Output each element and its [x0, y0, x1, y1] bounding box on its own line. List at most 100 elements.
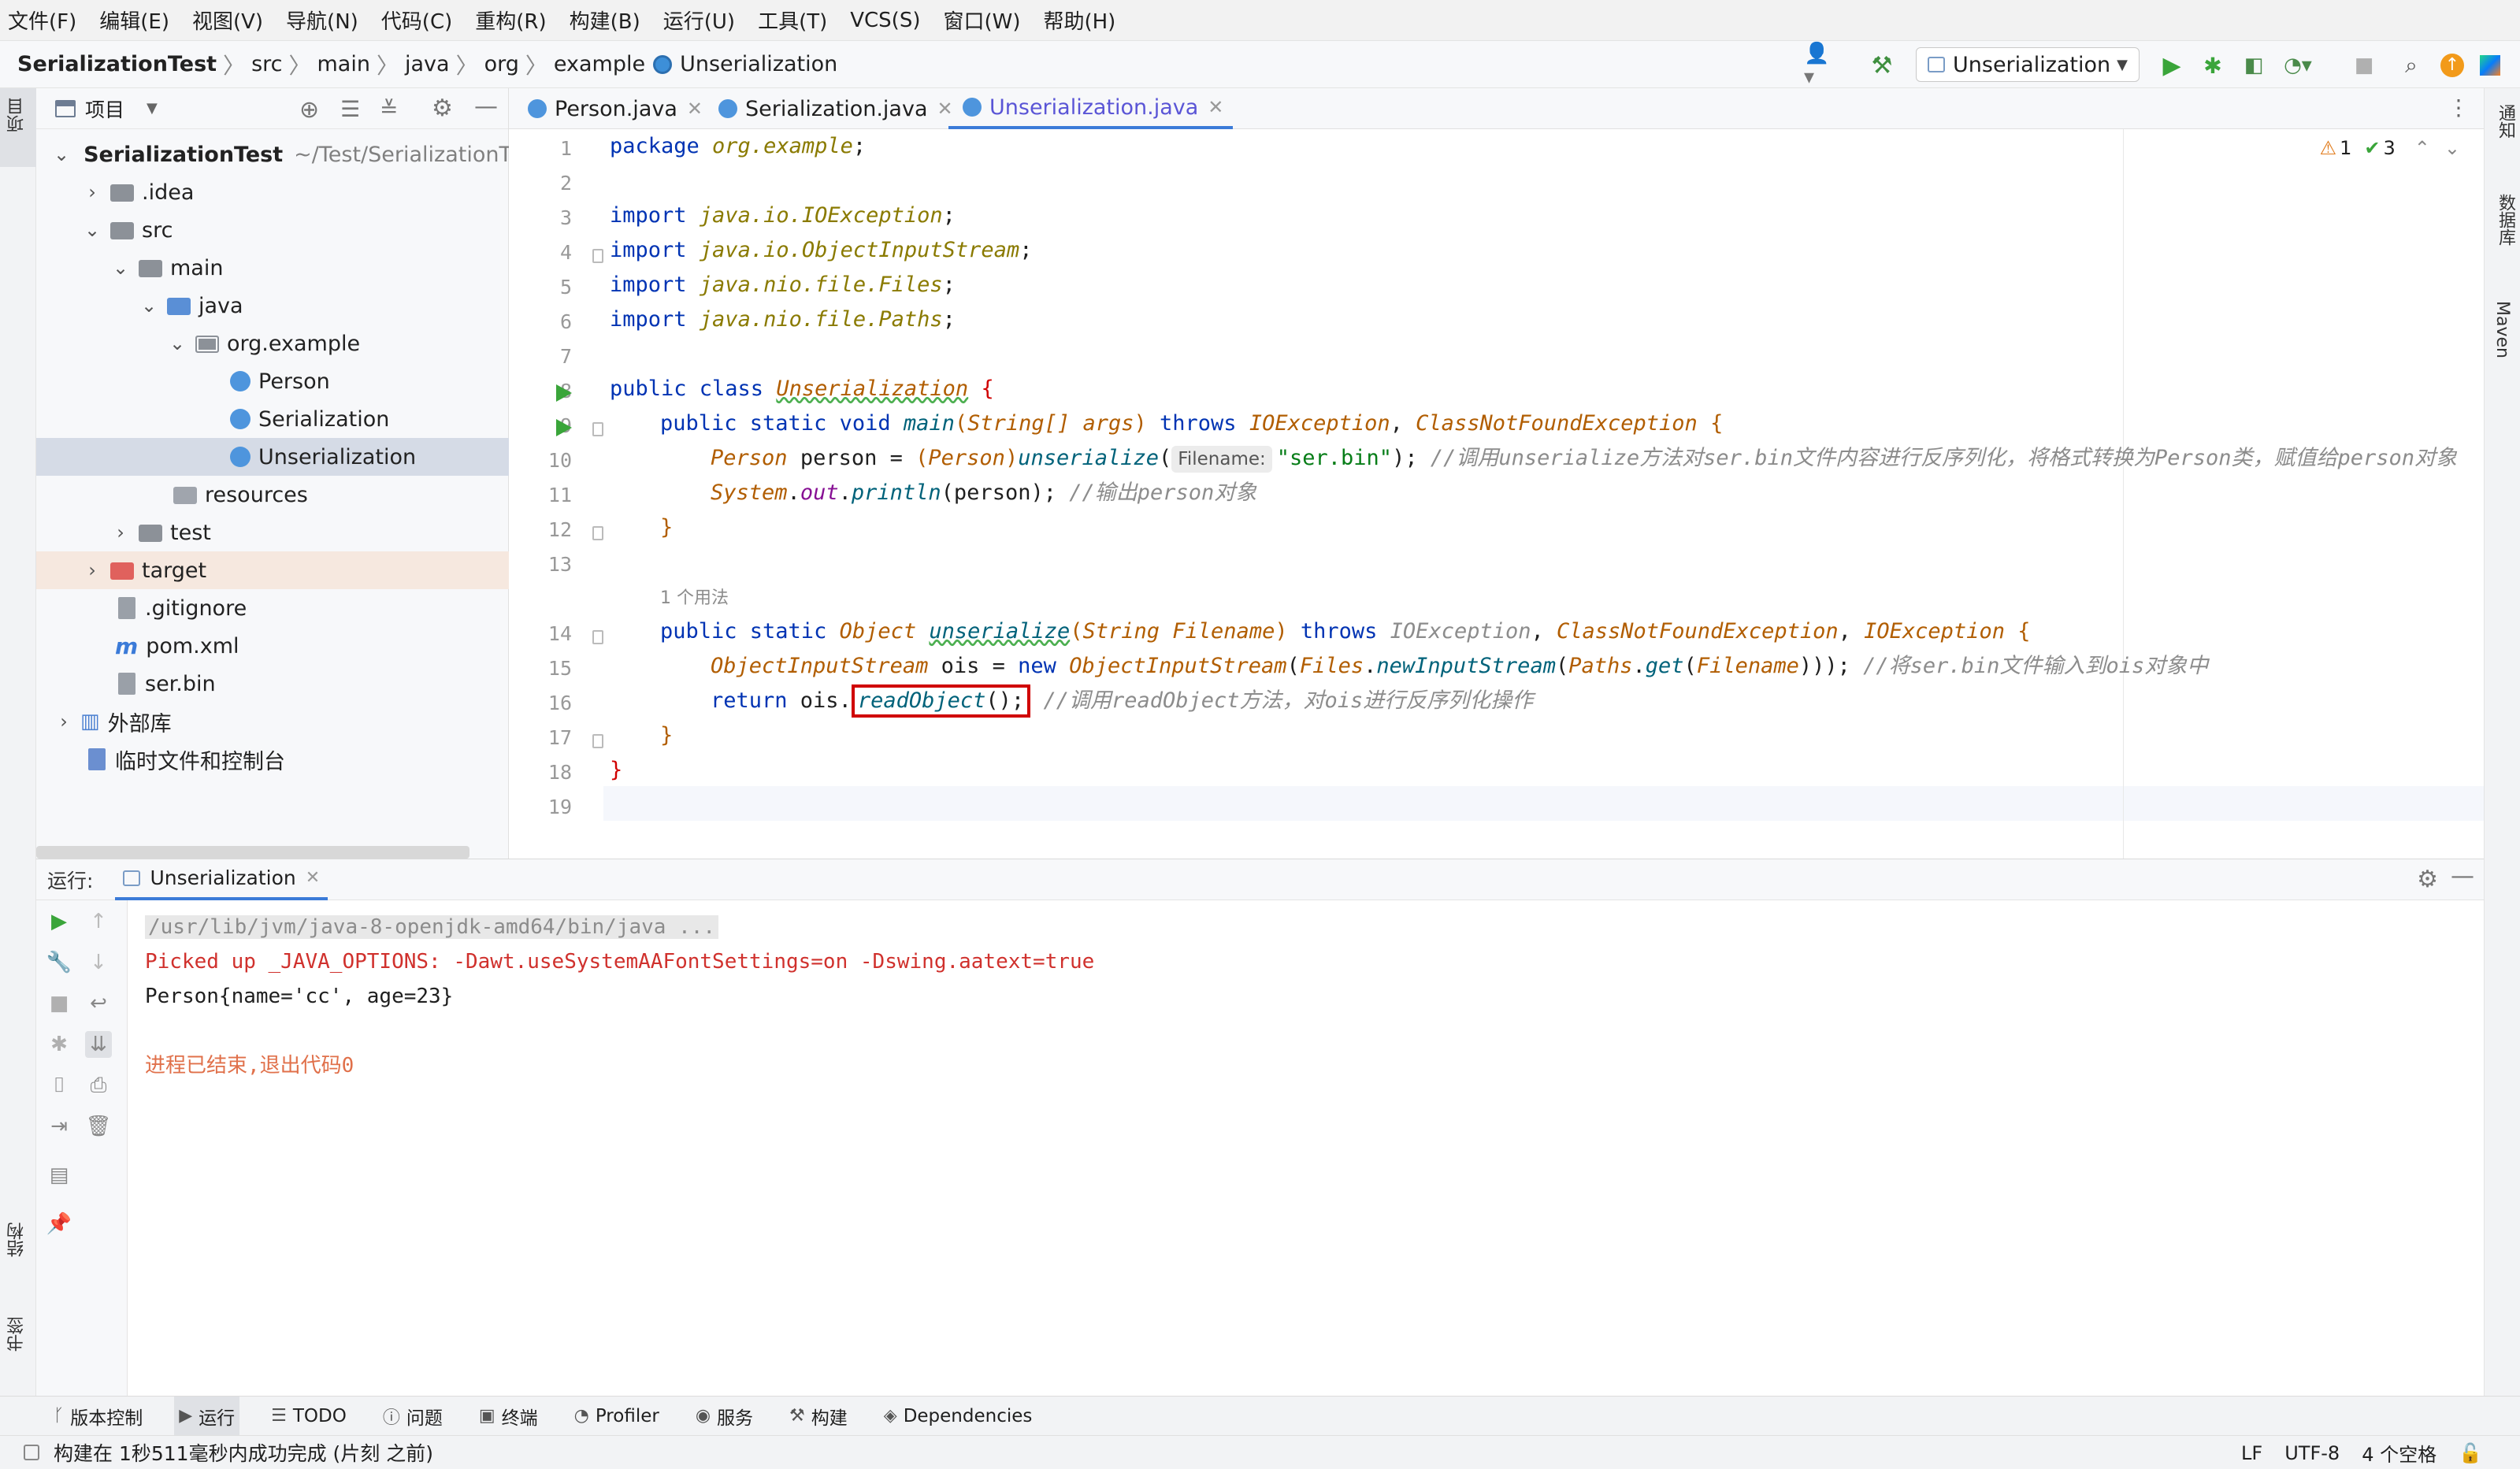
- menu-file[interactable]: 文件(F): [8, 6, 76, 35]
- tab-unserialization[interactable]: Unserialization.java ✕: [948, 88, 1234, 129]
- tree-item-scratches[interactable]: 临时文件和控制台: [36, 740, 509, 778]
- tool-version-control[interactable]: ᚴ 版本控制: [49, 1397, 147, 1436]
- build-hammer-icon[interactable]: ⚒: [1869, 52, 1895, 80]
- pin-icon[interactable]: 📌: [46, 1211, 72, 1237]
- maven-tool-label[interactable]: Maven: [2492, 301, 2512, 358]
- tree-item-idea[interactable]: › .idea: [36, 173, 509, 211]
- tree-item-java[interactable]: ⌄ java: [36, 287, 509, 325]
- close-icon[interactable]: ✕: [306, 868, 320, 888]
- tree-item-test[interactable]: › test: [36, 514, 509, 551]
- user-icon[interactable]: 👤▾: [1804, 42, 1831, 89]
- trash-icon[interactable]: 🗑: [85, 1113, 112, 1140]
- structure-tool-label[interactable]: 结构: [5, 1222, 30, 1257]
- tool-terminal[interactable]: ▣ 终端: [474, 1397, 543, 1436]
- expand-all-icon[interactable]: ☰: [340, 96, 360, 122]
- print-icon[interactable]: ⎙: [85, 1072, 112, 1099]
- indent-widget[interactable]: 4 个空格: [2362, 1439, 2436, 1467]
- menu-run[interactable]: 运行(U): [663, 6, 735, 35]
- tool-build[interactable]: ⚒ 构建: [785, 1397, 852, 1436]
- breadcrumb-src[interactable]: src: [251, 52, 282, 76]
- debug-icon[interactable]: ✱: [2199, 52, 2226, 79]
- tab-serialization[interactable]: Serialization.java ✕: [704, 88, 953, 129]
- arrow-down-icon[interactable]: ↓: [85, 949, 112, 976]
- breadcrumb-java[interactable]: java: [405, 52, 450, 76]
- tree-item-gitignore[interactable]: .gitignore: [36, 589, 509, 627]
- minimize-icon[interactable]: —: [2451, 862, 2474, 890]
- code-text-area[interactable]: package org.example; import java.io.IOEx…: [610, 129, 2485, 859]
- notifications-tool-label[interactable]: 通知: [2492, 104, 2518, 139]
- menu-vcs[interactable]: VCS(S): [850, 9, 920, 32]
- menu-window[interactable]: 窗口(W): [943, 6, 1020, 35]
- tree-item-src[interactable]: ⌄ src: [36, 211, 509, 249]
- stop-icon[interactable]: ■: [46, 990, 72, 1017]
- wrench-icon[interactable]: 🔧: [46, 949, 72, 976]
- menu-build[interactable]: 构建(B): [570, 6, 640, 35]
- run-icon[interactable]: ▶: [2158, 52, 2185, 80]
- usages-hint[interactable]: 1 个用法: [660, 580, 729, 614]
- tool-problems[interactable]: ⓘ 问题: [378, 1397, 447, 1436]
- project-panel-title[interactable]: 项目: [85, 95, 124, 123]
- update-icon[interactable]: ↑: [2439, 52, 2466, 79]
- close-icon[interactable]: ✕: [1208, 96, 1223, 118]
- run-gutter-icon[interactable]: [556, 419, 572, 436]
- tree-item-package[interactable]: ⌄ org.example: [36, 325, 509, 362]
- tree-item-resources[interactable]: resources: [36, 476, 509, 514]
- panel-toggle-icon[interactable]: [24, 1445, 39, 1460]
- tree-item-ser-bin[interactable]: ser.bin: [36, 665, 509, 703]
- camera-icon[interactable]: ⌷: [46, 1072, 72, 1099]
- lock-icon[interactable]: 🔓: [2459, 1442, 2482, 1464]
- gear-icon[interactable]: ⚙: [2417, 866, 2438, 893]
- breadcrumb-example[interactable]: example: [554, 52, 645, 76]
- minimize-icon[interactable]: —: [474, 93, 498, 121]
- coverage-icon[interactable]: ◧: [2240, 52, 2267, 79]
- menu-code[interactable]: 代码(C): [381, 6, 452, 35]
- soft-wrap-icon[interactable]: ↩: [85, 990, 112, 1017]
- line-separator-widget[interactable]: LF: [2241, 1442, 2262, 1464]
- status-message[interactable]: 构建在 1秒511毫秒内成功完成 (片刻 之前): [54, 1438, 433, 1467]
- tool-run[interactable]: ▶ 运行: [174, 1396, 240, 1436]
- run-tab-unserialization[interactable]: Unserialization ✕: [115, 859, 328, 900]
- console-output[interactable]: /usr/lib/jvm/java-8-openjdk-amd64/bin/ja…: [145, 910, 1094, 1083]
- run-configuration-select[interactable]: Unserialization ▼: [1916, 47, 2140, 82]
- menu-navigate[interactable]: 导航(N): [286, 6, 358, 35]
- run-gutter-icon[interactable]: [556, 384, 572, 402]
- locate-icon[interactable]: ⊕: [299, 96, 319, 124]
- tree-item-unserialization[interactable]: Unserialization: [36, 438, 509, 476]
- breadcrumb-project[interactable]: SerializationTest: [17, 52, 217, 76]
- menu-edit[interactable]: 编辑(E): [99, 6, 169, 35]
- bookmarks-tool-label[interactable]: 书签: [5, 1317, 30, 1352]
- fold-icon[interactable]: [592, 422, 603, 436]
- tree-item-external-libraries[interactable]: › ▥ 外部库: [36, 703, 509, 740]
- tree-item-target[interactable]: › target: [36, 551, 509, 589]
- chevron-down-icon[interactable]: ▼: [147, 100, 158, 117]
- arrow-up-icon[interactable]: ↑: [85, 908, 112, 935]
- more-options-icon[interactable]: ⋮: [2448, 95, 2470, 121]
- fold-icon[interactable]: [592, 734, 603, 748]
- profile-icon[interactable]: ◔▾: [2284, 52, 2312, 79]
- breadcrumb-class[interactable]: Unserialization: [680, 52, 837, 76]
- tool-services[interactable]: ◉ 服务: [691, 1397, 758, 1436]
- project-tool-button[interactable]: 项目: [0, 88, 36, 167]
- tool-profiler[interactable]: ◔ Profiler: [570, 1397, 664, 1436]
- jetbrains-logo-icon[interactable]: [2477, 52, 2503, 79]
- menu-refactor[interactable]: 重构(R): [475, 6, 546, 35]
- menu-help[interactable]: 帮助(H): [1043, 6, 1115, 35]
- breadcrumb-main[interactable]: main: [317, 52, 370, 76]
- fold-icon[interactable]: [592, 630, 603, 644]
- menu-view[interactable]: 视图(V): [192, 6, 263, 35]
- tab-person[interactable]: Person.java ✕: [514, 88, 703, 129]
- encoding-widget[interactable]: UTF-8: [2284, 1442, 2340, 1464]
- gear-icon[interactable]: ⚙: [432, 95, 453, 122]
- menu-tools[interactable]: 工具(T): [758, 6, 827, 35]
- tree-item-main[interactable]: ⌄ main: [36, 249, 509, 287]
- layout-icon[interactable]: ▤: [46, 1162, 72, 1189]
- rerun-icon[interactable]: ▶: [46, 908, 72, 935]
- debug-icon[interactable]: ✱: [46, 1031, 72, 1058]
- horizontal-scrollbar[interactable]: [36, 846, 469, 859]
- tree-item-project-root[interactable]: ⌄ SerializationTest ~/Test/Serialization…: [36, 135, 509, 173]
- fold-icon[interactable]: [592, 526, 603, 540]
- close-icon[interactable]: ✕: [687, 98, 703, 120]
- tree-item-person[interactable]: Person: [36, 362, 509, 400]
- stop-icon[interactable]: ■: [2351, 52, 2377, 79]
- tool-todo[interactable]: ☰ TODO: [266, 1397, 351, 1436]
